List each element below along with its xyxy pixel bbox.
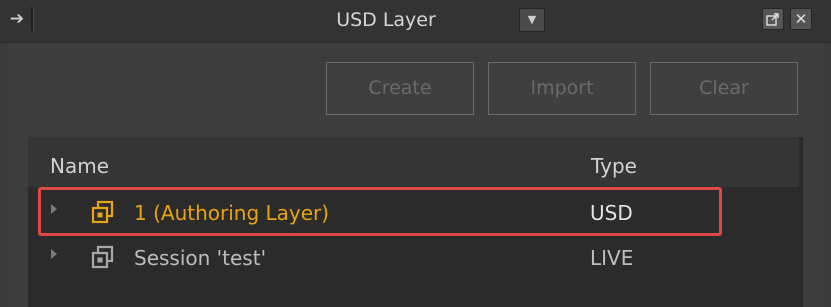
layer-name: 1 (Authoring Layer) — [134, 201, 330, 225]
layer-name: Session 'test' — [134, 246, 267, 270]
panel-menu-dropdown[interactable]: ▼ — [519, 8, 545, 32]
tree-header: Name Type — [28, 137, 799, 187]
create-button[interactable]: Create — [326, 62, 474, 115]
undock-icon — [766, 13, 779, 26]
layer-type: LIVE — [590, 246, 634, 270]
column-header-type[interactable]: Type — [591, 153, 637, 179]
layer-type: USD — [590, 201, 633, 225]
panel-content: Create Import Clear Name Type 1 (Authori… — [8, 43, 823, 307]
usd-layer-icon — [91, 200, 114, 224]
tree-row-authoring-layer[interactable]: 1 (Authoring Layer) USD — [28, 191, 799, 235]
chevron-down-icon: ▼ — [527, 13, 537, 26]
panel-title: USD Layer — [336, 9, 436, 31]
title-bar: ➔ USD Layer ▼ ✕ — [0, 0, 831, 43]
expand-arrow-icon[interactable] — [51, 204, 57, 214]
usd-layer-panel: ➔ USD Layer ▼ ✕ Create Import Clear Name… — [0, 0, 831, 307]
column-header-name[interactable]: Name — [50, 153, 109, 179]
undock-button[interactable] — [762, 8, 784, 30]
tree-row-session-layer[interactable]: Session 'test' LIVE — [28, 236, 799, 280]
clear-button[interactable]: Clear — [650, 62, 798, 115]
dock-arrow-icon[interactable]: ➔ — [6, 9, 28, 29]
import-button[interactable]: Import — [488, 62, 636, 115]
close-icon: ✕ — [794, 10, 808, 28]
session-layer-icon — [91, 245, 114, 269]
layer-tree[interactable]: Name Type 1 (Authoring Layer) USD Sessio… — [28, 137, 803, 307]
close-button[interactable]: ✕ — [790, 8, 812, 30]
expand-arrow-icon[interactable] — [51, 249, 57, 259]
title-bar-divider — [31, 7, 34, 31]
